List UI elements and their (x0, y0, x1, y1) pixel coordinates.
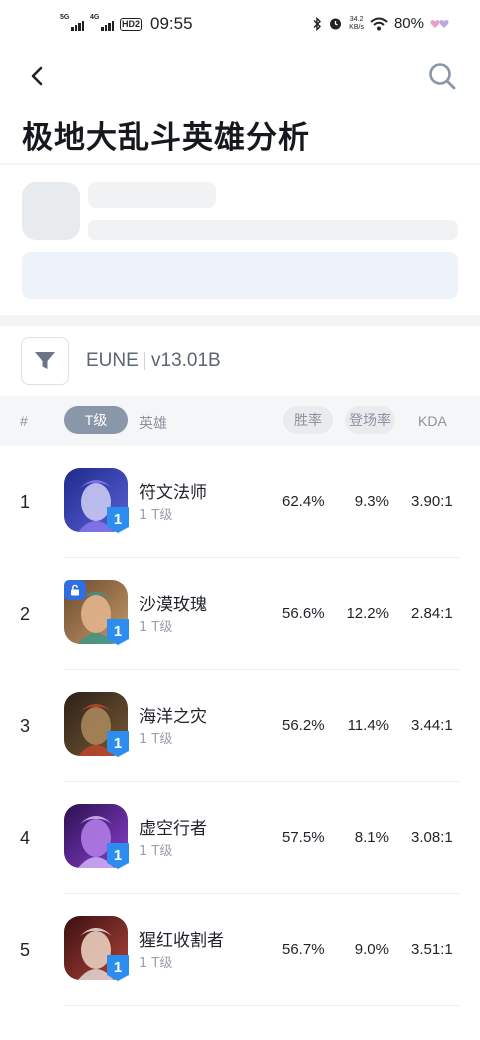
hero-rank: 5 (20, 940, 31, 960)
hero-kda: 3.51:1 (411, 941, 453, 958)
column-rank: # (20, 413, 28, 429)
hero-row[interactable]: 4 1 虚空行者 1 T级 57.5% 8.1% 3.08:1 (0, 782, 480, 894)
svg-text:1: 1 (114, 735, 122, 752)
skeleton-line (88, 220, 458, 240)
hero-pick-rate: 9.0% (354, 941, 389, 958)
skeleton-banner (22, 252, 458, 299)
hero-win-rate: 56.6% (282, 605, 325, 622)
hero-portrait[interactable]: 1 (64, 580, 129, 645)
hero-row[interactable]: 2 1 沙漠玫瑰 1 T级 56.6% 12.2% 2.84:1 (0, 558, 480, 670)
hero-kda: 3.08:1 (411, 829, 453, 846)
hero-name: 沙漠玫瑰 (139, 595, 207, 615)
hero-pick-rate: 11.4% (347, 717, 389, 734)
hero-rank: 4 (20, 828, 31, 848)
svg-text:1: 1 (114, 959, 122, 976)
filter-icon (35, 352, 55, 369)
divider (0, 163, 480, 165)
hero-portrait[interactable]: 1 (64, 916, 129, 981)
hero-name: 海洋之灾 (139, 707, 207, 727)
section-divider (0, 315, 480, 326)
column-win-rate-sort[interactable]: 胜率 (283, 406, 333, 434)
hero-win-rate: 56.7% (282, 941, 325, 958)
hero-tier-label: 1 T级 (139, 620, 173, 635)
tier-badge-icon: 1 (107, 955, 129, 981)
hero-row[interactable]: 5 1 猩红收割者 1 T级 56.7% 9.0% 3.51:1 (0, 894, 480, 1006)
signal-4g-icon: 4G (90, 14, 114, 31)
filter-button[interactable] (21, 337, 69, 385)
svg-text:1: 1 (114, 847, 122, 864)
network-speed: 34.2 KB/s (349, 15, 364, 31)
chevron-left-icon (31, 66, 43, 86)
hero-win-rate: 56.2% (282, 717, 325, 734)
tier-badge-icon: 1 (107, 843, 129, 869)
hero-kda: 3.90:1 (411, 493, 453, 510)
hero-name: 猩红收割者 (139, 931, 224, 951)
hero-tier-label: 1 T级 (139, 732, 173, 747)
search-icon (429, 63, 456, 90)
hero-row[interactable]: 3 1 海洋之灾 1 T级 56.2% 11.4% 3.44:1 (0, 670, 480, 782)
tier-badge-icon: 1 (107, 731, 129, 757)
hero-rank: 1 (20, 492, 31, 512)
search-button[interactable] (426, 60, 458, 92)
wifi-icon (370, 17, 388, 30)
separator (144, 352, 145, 370)
hero-pick-rate: 9.3% (354, 493, 389, 510)
svg-text:1: 1 (114, 623, 122, 640)
hero-tier-label: 1 T级 (139, 956, 173, 971)
hero-portrait[interactable]: 1 (64, 804, 129, 869)
page-title: 极地大乱斗英雄分析 (22, 120, 310, 156)
hero-kda: 2.84:1 (411, 605, 453, 622)
hero-kda: 3.44:1 (411, 717, 453, 734)
hero-portrait[interactable]: 1 (64, 468, 129, 533)
bluetooth-icon (313, 16, 322, 31)
hero-tier-label: 1 T级 (139, 508, 173, 523)
hero-name: 符文法师 (139, 483, 207, 503)
skeleton-avatar (22, 182, 80, 240)
hero-rank: 3 (20, 716, 31, 736)
column-tier-sort[interactable]: T级 (64, 406, 128, 434)
region-label[interactable]: EUNE (86, 350, 139, 372)
row-divider (64, 1005, 460, 1006)
column-kda-sort[interactable]: KDA (418, 413, 447, 429)
column-pick-rate-sort[interactable]: 登场率 (345, 406, 395, 434)
hero-win-rate: 57.5% (282, 829, 325, 846)
hero-name: 虚空行者 (139, 819, 207, 839)
table-header: # T级 英雄 胜率 登场率 KDA (0, 396, 480, 446)
hd-voice-icon: HD2 (120, 17, 143, 31)
hero-rank: 2 (20, 604, 31, 624)
hero-portrait[interactable]: 1 (64, 692, 129, 757)
back-button[interactable] (24, 62, 52, 90)
alarm-icon (330, 18, 342, 30)
hero-pick-rate: 8.1% (354, 829, 389, 846)
lock-open-icon (64, 580, 86, 600)
skeleton-line (88, 182, 216, 208)
hero-pick-rate: 12.2% (346, 605, 389, 622)
hero-win-rate: 62.4% (282, 493, 325, 510)
heart-icon (430, 19, 449, 28)
column-hero: 英雄 (139, 415, 167, 431)
hero-tier-label: 1 T级 (139, 844, 173, 859)
signal-5g-icon: 5G (60, 14, 84, 31)
svg-text:1: 1 (114, 511, 122, 528)
tier-badge-icon: 1 (107, 507, 129, 533)
battery-level: 80% (393, 15, 424, 32)
status-time: 09:55 (150, 14, 193, 33)
hero-row[interactable]: 1 1 符文法师 1 T级 62.4% 9.3% 3.90:1 (0, 446, 480, 558)
status-bar: 5G 4G HD2 09:55 34.2 KB/s 80% (0, 0, 480, 52)
version-label[interactable]: v13.01B (151, 350, 221, 372)
tier-badge-icon: 1 (107, 619, 129, 645)
